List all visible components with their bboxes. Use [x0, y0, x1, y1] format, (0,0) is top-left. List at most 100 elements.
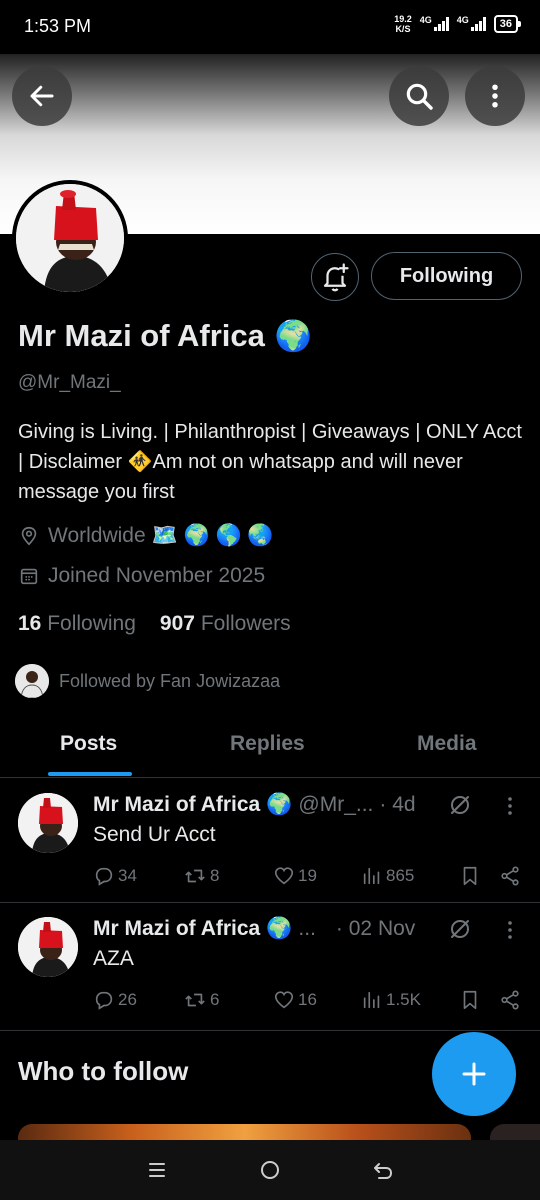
like-count: 16	[298, 990, 317, 1009]
bookmark-icon[interactable]	[459, 988, 481, 1012]
post-actions: 26 6 16 1.5K	[93, 988, 523, 1012]
joined-row: Joined November 2025	[18, 564, 265, 588]
net-type-2: 4G	[456, 15, 469, 25]
repost-icon	[185, 869, 205, 883]
compose-post-button[interactable]	[432, 1032, 516, 1116]
follower-photo	[15, 664, 49, 698]
following-label: Following	[47, 612, 136, 635]
reply-action[interactable]: 34	[93, 865, 183, 887]
recent-apps-icon[interactable]	[145, 1158, 169, 1182]
post-item[interactable]: Mr Mazi of Africa 🌍 ... · 02 Nov AZA 26 …	[0, 903, 540, 1031]
speed-unit: K/S	[395, 24, 411, 34]
heart-icon	[274, 991, 294, 1009]
more-vertical-icon[interactable]	[500, 795, 520, 817]
like-action[interactable]: 16	[273, 989, 361, 1011]
post-avatar[interactable]	[18, 793, 78, 853]
repost-action[interactable]: 8	[183, 865, 273, 887]
home-icon[interactable]	[258, 1158, 282, 1182]
like-action[interactable]: 19	[273, 865, 361, 887]
search-button[interactable]	[389, 66, 449, 126]
globe-emoji-icon: 🌍	[274, 319, 313, 353]
more-options-button[interactable]	[465, 66, 525, 126]
views-count: 1.5K	[386, 990, 421, 1009]
more-vertical-icon	[492, 84, 498, 108]
repost-count: 8	[210, 866, 220, 885]
reply-count: 34	[118, 866, 137, 885]
avatar-image	[16, 184, 124, 292]
grok-icon[interactable]	[448, 793, 472, 817]
profile-bio: Giving is Living. | Philanthropist | Giv…	[18, 421, 522, 503]
speed-value: 19.2	[394, 14, 412, 24]
signal-bars-icon	[470, 17, 486, 31]
follow-stats: 16 Following 907 Followers	[18, 612, 291, 636]
more-vertical-icon[interactable]	[500, 919, 520, 941]
plus-icon	[462, 1062, 486, 1086]
bell-plus-icon	[323, 263, 349, 292]
status-time: 1:53 PM	[24, 16, 92, 36]
reply-icon	[95, 991, 113, 1010]
post-author-handle: ...	[298, 917, 316, 940]
views-action[interactable]: 1.5K	[361, 989, 459, 1011]
signal-2: 4G	[456, 15, 486, 31]
calendar-icon	[20, 568, 38, 585]
post-header: Mr Mazi of Africa 🌍 ... · 02 Nov	[93, 917, 415, 941]
battery-icon: 36	[493, 15, 522, 33]
heart-icon	[274, 867, 294, 885]
followed-by-text: Followed by Fan Jowizazaa	[59, 670, 281, 691]
active-tab-indicator	[48, 772, 132, 776]
tab-posts[interactable]: Posts	[60, 732, 117, 756]
post-time: · 02 Nov	[335, 917, 416, 940]
reply-action[interactable]: 26	[93, 989, 183, 1011]
bookmark-icon[interactable]	[459, 864, 481, 888]
reply-icon	[95, 867, 113, 886]
search-icon	[406, 83, 433, 110]
tab-media[interactable]: Media	[417, 732, 477, 756]
followers-label: Followers	[200, 612, 291, 635]
post-text: Send Ur Acct	[93, 823, 216, 846]
repost-action[interactable]: 6	[183, 989, 273, 1011]
views-action[interactable]: 865	[361, 865, 459, 887]
location-pin-icon	[21, 526, 37, 546]
post-avatar[interactable]	[18, 917, 78, 977]
post-header: Mr Mazi of Africa 🌍 @Mr_... · 4d	[93, 793, 416, 817]
tab-replies[interactable]: Replies	[230, 732, 305, 756]
post-author-name[interactable]: Mr Mazi of Africa	[93, 917, 260, 941]
net-type-1: 4G	[419, 15, 432, 25]
location-row: Worldwide 🗺️ 🌍 🌎 🌏	[18, 524, 274, 548]
like-count: 19	[298, 866, 317, 885]
post-author-handle: @Mr_...	[298, 793, 374, 816]
post-time: · 4d	[379, 793, 416, 816]
network-speed: 19.2 K/S	[394, 14, 412, 34]
post-item[interactable]: Mr Mazi of Africa 🌍 @Mr_... · 4d Send Ur…	[0, 779, 540, 903]
followers-count: 907	[159, 612, 195, 635]
post-actions: 34 8 19 865	[93, 864, 523, 888]
status-indicators: 19.2 K/S 4G 4G 36	[394, 14, 522, 34]
views-chart-icon	[363, 991, 380, 1009]
views-count: 865	[386, 866, 415, 885]
display-name: Mr Mazi of Africa 🌍	[18, 318, 312, 354]
followers-stat[interactable]: 907 Followers	[160, 612, 291, 636]
post-author-name[interactable]: Mr Mazi of Africa	[93, 793, 260, 817]
notification-bell-button[interactable]	[311, 253, 359, 301]
reply-count: 26	[118, 990, 137, 1009]
back-button[interactable]	[12, 66, 72, 126]
followed-by-row[interactable]: Followed by Fan Jowizazaa	[15, 664, 280, 698]
user-handle: @Mr_Mazi_	[18, 372, 121, 393]
status-bar: 1:53 PM 19.2 K/S 4G 4G 36	[0, 0, 540, 54]
post-avatar-photo	[18, 917, 78, 977]
globe-emoji-icon: 🌍	[266, 917, 293, 940]
repost-count: 6	[210, 990, 220, 1009]
profile-avatar[interactable]	[12, 180, 128, 296]
share-icon[interactable]	[499, 865, 521, 887]
signal-bars-icon	[433, 17, 449, 31]
joined-text: Joined November 2025	[48, 564, 266, 587]
repost-icon	[185, 993, 205, 1007]
following-button[interactable]: Following	[371, 252, 522, 300]
post-avatar-photo	[18, 793, 78, 853]
grok-icon[interactable]	[448, 917, 472, 941]
back-nav-icon[interactable]	[371, 1158, 395, 1182]
location-text: Worldwide 🗺️ 🌍 🌎 🌏	[48, 524, 274, 547]
share-icon[interactable]	[499, 989, 521, 1011]
avatar-photo	[16, 184, 124, 292]
following-stat[interactable]: 16 Following	[18, 612, 136, 636]
